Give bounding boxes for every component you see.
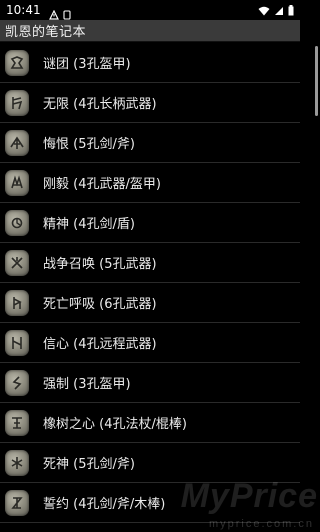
list-item-label: 死神 (5孔剑/斧) — [43, 457, 135, 472]
list-item-label: 谜团 (3孔盔甲) — [43, 57, 131, 72]
list-item[interactable]: 信心 (4孔远程武器) — [0, 323, 300, 363]
list-item-label: 悔恨 (5孔剑/斧) — [43, 137, 135, 152]
status-time: 10:41 — [6, 3, 41, 17]
list-item[interactable]: 死亡呼吸 (6孔武器) — [0, 283, 300, 323]
list-item-label: 誓约 (4孔剑/斧/木棒) — [43, 497, 166, 512]
list-item[interactable]: 无限 (4孔长柄武器) — [0, 83, 300, 123]
rune-icon — [5, 209, 29, 236]
rune-icon — [5, 169, 29, 196]
rune-icon — [5, 89, 29, 116]
rune-icon — [5, 409, 29, 436]
runeword-list[interactable]: 谜团 (3孔盔甲) 无限 (4孔长柄武器) 悔恨 (5孔剑/斧) 刚毅 (4孔武… — [0, 43, 300, 532]
list-item[interactable]: 战争召唤 (5孔武器) — [0, 243, 300, 283]
list-item[interactable]: 橡树之心 (4孔法杖/棍棒) — [0, 403, 300, 443]
list-item-label: 刚毅 (4孔武器/盔甲) — [43, 177, 161, 192]
list-item-label: 信心 (4孔远程武器) — [43, 337, 157, 352]
wifi-icon — [258, 1, 270, 20]
list-item[interactable]: 谜团 (3孔盔甲) — [0, 43, 300, 83]
rune-icon — [5, 449, 29, 476]
list-item[interactable]: 死神 (5孔剑/斧) — [0, 443, 300, 483]
rune-icon — [5, 49, 29, 76]
app-title: 凯恩的笔记本 — [5, 25, 87, 40]
scrollbar[interactable] — [315, 46, 318, 116]
list-item-label: 死亡呼吸 (6孔武器) — [43, 297, 157, 312]
list-item-label: 战争召唤 (5孔武器) — [43, 257, 157, 272]
status-left-icons — [48, 5, 72, 20]
list-item[interactable]: 誓约 (4孔剑/斧/木棒) — [0, 483, 300, 523]
alert-icon — [48, 5, 59, 20]
list-item-label: 强制 (3孔盔甲) — [43, 377, 131, 392]
list-item[interactable]: 刚毅 (4孔武器/盔甲) — [0, 163, 300, 203]
rune-icon — [5, 249, 29, 276]
sim-icon — [62, 5, 72, 20]
battery-icon — [288, 1, 294, 20]
list-item-label: 精神 (4孔剑/盾) — [43, 217, 135, 232]
status-right-icons — [258, 1, 294, 20]
list-item[interactable]: 强制 (3孔盔甲) — [0, 363, 300, 403]
rune-icon — [5, 369, 29, 396]
rune-icon — [5, 489, 29, 516]
list-item[interactable]: 精神 (4孔剑/盾) — [0, 203, 300, 243]
rune-icon — [5, 289, 29, 316]
app-bar: 凯恩的笔记本 — [0, 20, 300, 42]
list-item-label: 橡树之心 (4孔法杖/棍棒) — [43, 417, 187, 432]
signal-icon — [274, 1, 284, 20]
list-item-label: 无限 (4孔长柄武器) — [43, 97, 157, 112]
rune-icon — [5, 129, 29, 156]
rune-icon — [5, 329, 29, 356]
status-bar: 10:41 — [0, 0, 300, 20]
list-item[interactable]: 悔恨 (5孔剑/斧) — [0, 123, 300, 163]
